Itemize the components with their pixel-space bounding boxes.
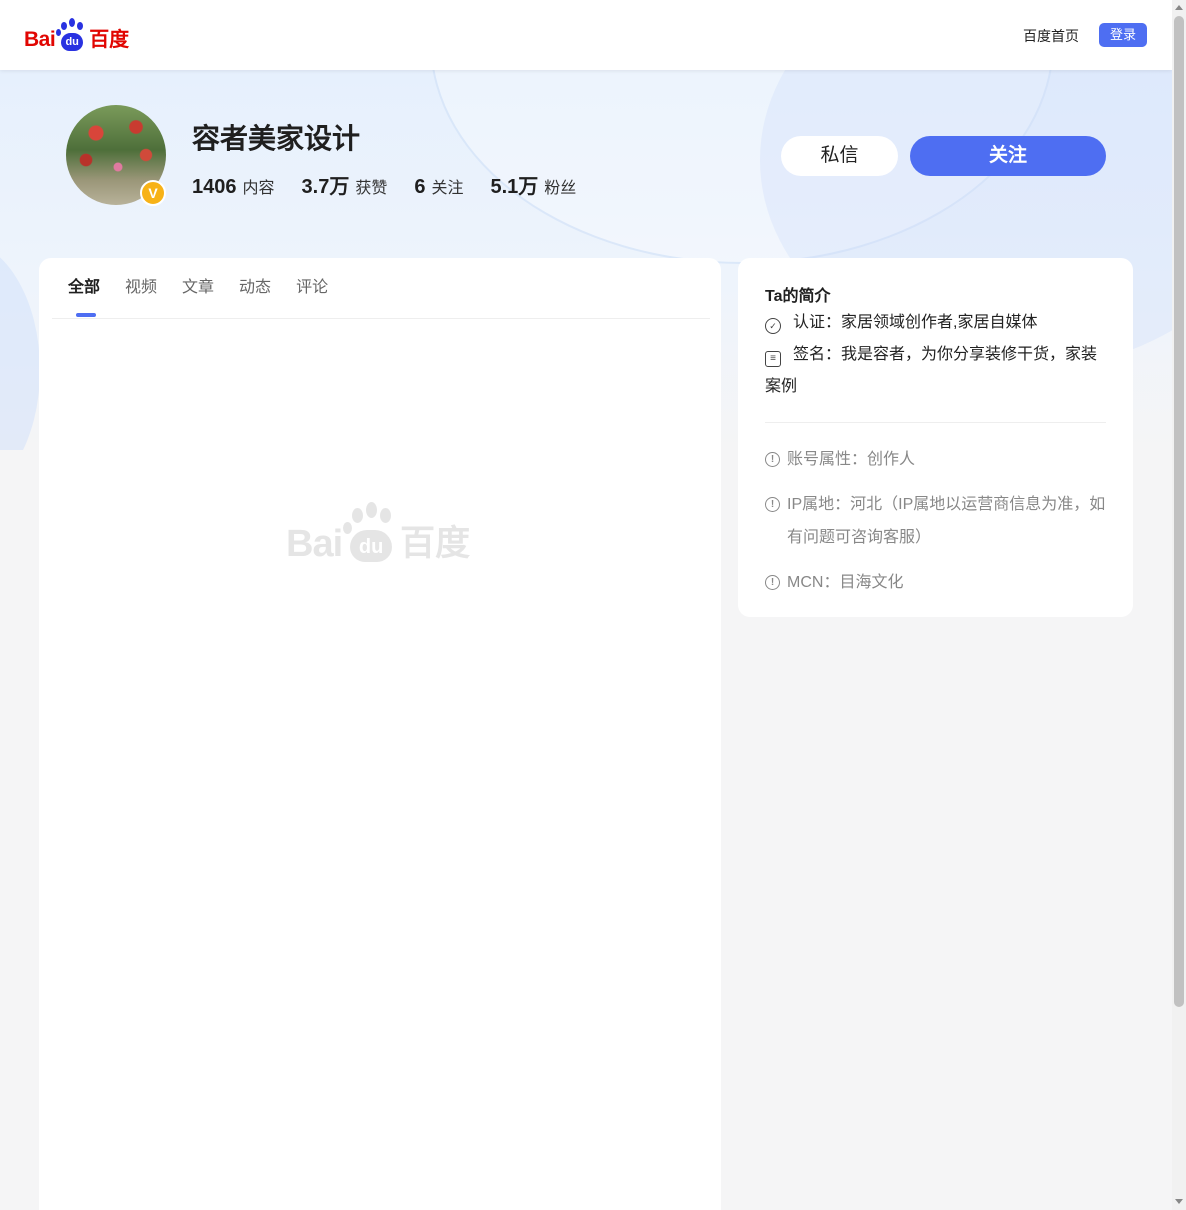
watermark-latin-text: Bai: [286, 523, 343, 565]
tab-article[interactable]: 文章: [182, 276, 214, 300]
top-header: Bai du 百度 百度首页 登录: [0, 0, 1172, 70]
stat-label: 获赞: [355, 180, 388, 197]
baidu-watermark-logo: Bai du 百度: [286, 500, 476, 564]
private-message-button[interactable]: 私信: [781, 136, 898, 176]
check-circle-icon: ✓: [765, 318, 781, 334]
tab-video[interactable]: 视频: [125, 276, 157, 300]
signature-row: ≡ 签名：我是容者，为你分享装修干货，家装案例: [765, 339, 1110, 403]
decor-circle: [0, 240, 40, 450]
mcn-text: MCN：目海文化: [787, 574, 904, 591]
page-scrollbar[interactable]: [1172, 0, 1186, 1210]
profile-stats: 1406 内容 3.7万 获赞 6 关注 5.1万 粉丝: [192, 170, 603, 199]
content-tabs: 全部 视频 文章 动态 评论: [68, 276, 353, 300]
signature-text: 签名：我是容者，为你分享装修干货，家装案例: [765, 346, 1098, 395]
intro-title: Ta的简介: [765, 288, 831, 305]
stat-value: 5.1万: [490, 176, 539, 198]
stat-fans[interactable]: 5.1万 粉丝: [490, 170, 576, 199]
login-button[interactable]: 登录: [1099, 23, 1147, 47]
follow-button[interactable]: 关注: [910, 136, 1106, 176]
tab-comment[interactable]: 评论: [296, 276, 328, 300]
stat-value: 1406: [192, 176, 237, 198]
ip-location-text: IP属地：河北（IP属地以运营商信息为准，如有问题可咨询客服）: [787, 496, 1106, 546]
tab-dynamic[interactable]: 动态: [239, 276, 271, 300]
info-circle-icon: !: [765, 575, 780, 590]
stat-value: 3.7万: [301, 176, 350, 198]
logo-latin-text: Bai: [24, 28, 56, 51]
stat-likes[interactable]: 3.7万 获赞: [302, 170, 388, 199]
baidu-home-link[interactable]: 百度首页: [1023, 26, 1079, 46]
active-tab-indicator: [76, 313, 96, 317]
watermark-paw-text: du: [350, 530, 393, 562]
paw-icon: du: [56, 18, 88, 52]
info-circle-icon: !: [765, 452, 780, 467]
baidu-logo[interactable]: Bai du 百度: [24, 18, 129, 52]
logo-paw-text: du: [61, 33, 84, 51]
stat-label: 粉丝: [544, 180, 577, 197]
scroll-down-arrow-icon[interactable]: [1175, 1199, 1183, 1204]
stat-following[interactable]: 6 关注: [414, 174, 463, 199]
stat-value: 6: [414, 176, 426, 198]
note-icon: ≡: [765, 351, 781, 367]
certification-row: ✓ 认证：家居领域创作者,家居自媒体: [765, 307, 1110, 339]
info-circle-icon: !: [765, 497, 780, 512]
mcn-row: ! MCN：目海文化: [765, 566, 1110, 599]
intro-card: Ta的简介 ✓ 认证：家居领域创作者,家居自媒体 ≡ 签名：我是容者，为你分享装修干…: [738, 258, 1133, 617]
scrollbar-thumb[interactable]: [1174, 16, 1184, 1007]
account-type-row: ! 账号属性：创作人: [765, 443, 1110, 476]
stat-content[interactable]: 1406 内容: [192, 174, 275, 199]
stat-label: 关注: [431, 180, 464, 197]
page: Bai du 百度 百度首页 登录 V 容者美家设计 1406 内容 3.7万 …: [0, 0, 1172, 1210]
logo-chinese-text: 百度: [89, 29, 130, 51]
ip-location-row: ! IP属地：河北（IP属地以运营商信息为准，如有问题可咨询客服）: [765, 488, 1110, 554]
certification-text: 认证：家居领域创作者,家居自媒体: [793, 314, 1038, 331]
scroll-up-arrow-icon[interactable]: [1175, 5, 1183, 10]
tab-all[interactable]: 全部: [68, 276, 100, 300]
tabs-divider: [52, 318, 710, 319]
verified-badge-icon: V: [140, 180, 166, 206]
paw-icon: du: [343, 502, 399, 564]
stat-label: 内容: [242, 180, 275, 197]
account-type-text: 账号属性：创作人: [787, 451, 916, 468]
profile-name: 容者美家设计: [192, 123, 361, 154]
content-card: 全部 视频 文章 动态 评论 Bai du 百度: [39, 258, 721, 1210]
intro-divider: [765, 422, 1106, 423]
watermark-chinese-text: 百度: [400, 524, 471, 563]
